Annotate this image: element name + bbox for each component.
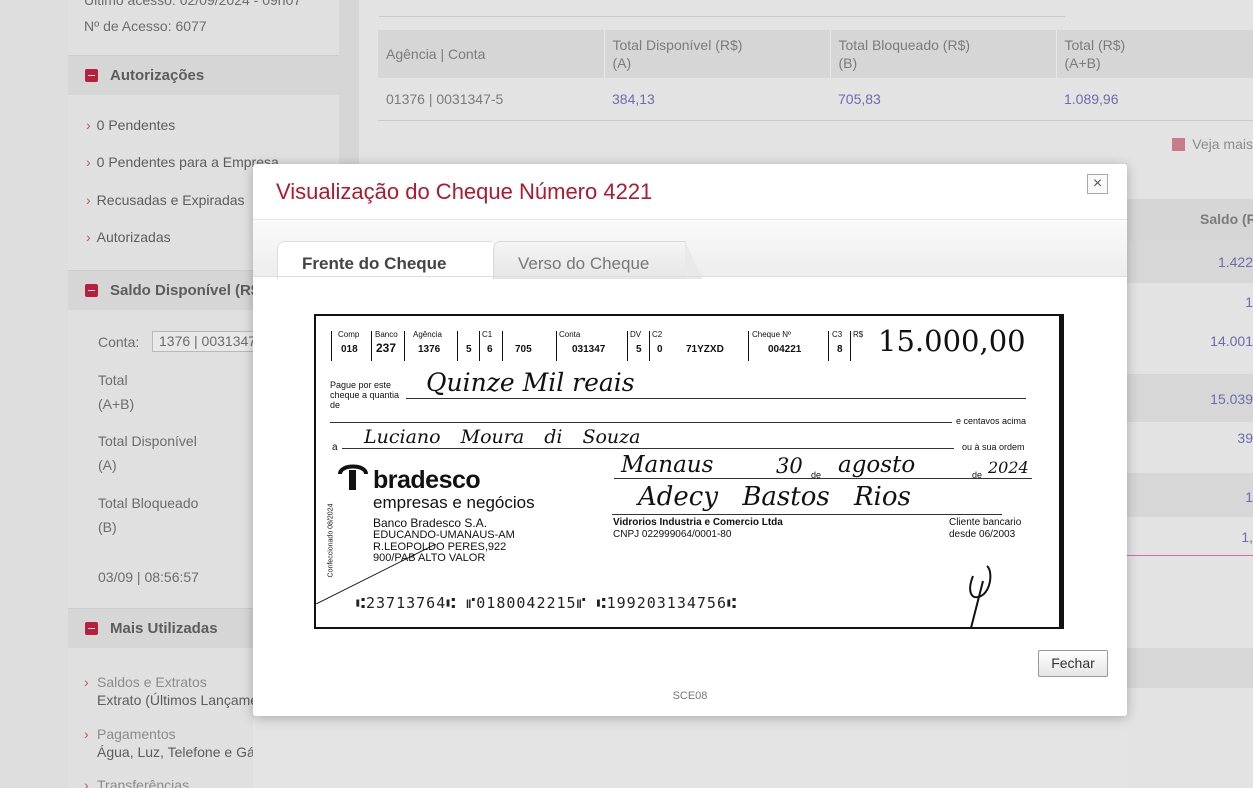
cheque-cnpj: CNPJ 022999064/0001-80 <box>613 529 732 540</box>
fechar-button[interactable]: Fechar <box>1038 650 1108 677</box>
cheque-conta: 031347 <box>572 344 606 355</box>
cheque-line <box>406 398 1026 399</box>
cheque-year: 2024 <box>988 458 1029 477</box>
bank-line: EDUCANDO-UMANAUS-AM <box>373 529 515 541</box>
cheque-pague-label: Pague por este cheque a quantia de <box>330 380 400 410</box>
cheque-number: 004221 <box>768 344 802 355</box>
cheque-line <box>614 478 1032 479</box>
tab-frente[interactable]: Frente do Cheque <box>277 241 509 279</box>
cheque-line <box>330 422 952 423</box>
separator <box>649 331 650 361</box>
cheque-serie: 71YZXD <box>686 344 724 355</box>
cheque-payee: Luciano Moura di Souza <box>364 426 641 448</box>
cheque-holder: Vidrorios Industria e Comercio Ltda <box>613 517 783 528</box>
cheque-label: Agência <box>413 330 442 339</box>
cheque-desde: desde 06/2003 <box>949 529 1016 540</box>
cheque-initials-icon <box>969 565 992 627</box>
cheque-label: Banco <box>375 330 398 339</box>
separator <box>479 331 480 361</box>
separator <box>828 331 829 361</box>
divider <box>253 276 1127 277</box>
cheque-cliente: Cliente bancario <box>949 517 1022 528</box>
cheque-c1b: 6 <box>487 344 493 355</box>
cheque-payee-prefix: a <box>332 442 338 453</box>
bank-tagline: empresas e negócios <box>373 493 535 512</box>
separator <box>627 331 628 361</box>
cheque-c3: 8 <box>837 344 843 355</box>
cheque-signature: Adecy Bastos Rios <box>638 482 911 512</box>
separator <box>748 331 749 361</box>
cheque-centavos-label: e centavos acima <box>956 416 1027 426</box>
cheque-c1a: 5 <box>466 344 472 355</box>
separator <box>850 331 851 361</box>
cheque-month: agosto <box>838 452 916 478</box>
close-icon[interactable]: × <box>1087 174 1108 194</box>
cheque-line <box>342 448 954 449</box>
cheque-label: Conta <box>559 330 581 339</box>
cheque-ag-digit: 705 <box>515 344 532 355</box>
tab-verso[interactable]: Verso do Cheque <box>493 241 703 279</box>
cheque-city: Manaus <box>621 452 714 478</box>
cheque-label: Comp <box>338 330 360 339</box>
cheque-label: R$ <box>853 330 864 339</box>
cheque-label: C2 <box>652 330 663 339</box>
cheque-c2: 0 <box>657 344 663 355</box>
cheque-comp: 018 <box>341 344 358 355</box>
tab-bar: Frente do Cheque Verso do Cheque <box>253 219 1127 279</box>
modal-title: Visualização do Cheque Número 4221 <box>276 179 653 204</box>
cheque-image: Comp Banco Agência C1 Conta DV C2 Cheque… <box>314 314 1064 629</box>
cheque-line <box>612 514 1002 515</box>
cheque-day: 30 <box>776 454 803 478</box>
separator <box>331 331 332 361</box>
cheque-label: C3 <box>832 330 843 339</box>
cheque-label: C1 <box>482 330 493 339</box>
cheque-label: Cheque Nº <box>752 330 791 339</box>
separator <box>556 331 557 361</box>
screen-code: SCE08 <box>672 690 708 702</box>
modal-shadow-area <box>253 716 1127 788</box>
cheque-label: DV <box>630 330 642 339</box>
cheque-modal: Visualização do Cheque Número 4221 × Fre… <box>253 164 1127 716</box>
cheque-agencia: 1376 <box>418 344 441 355</box>
separator <box>457 331 458 361</box>
bank-name: bradesco <box>373 466 481 494</box>
cheque-micr-line: ⑆23713764⑆ ⑈0180042215⑈ ⑆199203134756⑆ <box>356 594 737 612</box>
cheque-dv: 5 <box>636 344 642 355</box>
separator <box>404 331 405 361</box>
separator <box>371 331 372 361</box>
cheque-amount-words: Quinze Mil reais <box>426 368 635 397</box>
bank-line: Banco Bradesco S.A. <box>373 516 488 530</box>
cheque-ordem-label: ou à sua ordem <box>962 442 1025 452</box>
bradesco-logo-icon <box>338 464 368 490</box>
cheque-amount: 15.000,00 <box>878 324 1026 358</box>
separator <box>502 331 503 361</box>
cheque-banco: 237 <box>376 341 397 355</box>
